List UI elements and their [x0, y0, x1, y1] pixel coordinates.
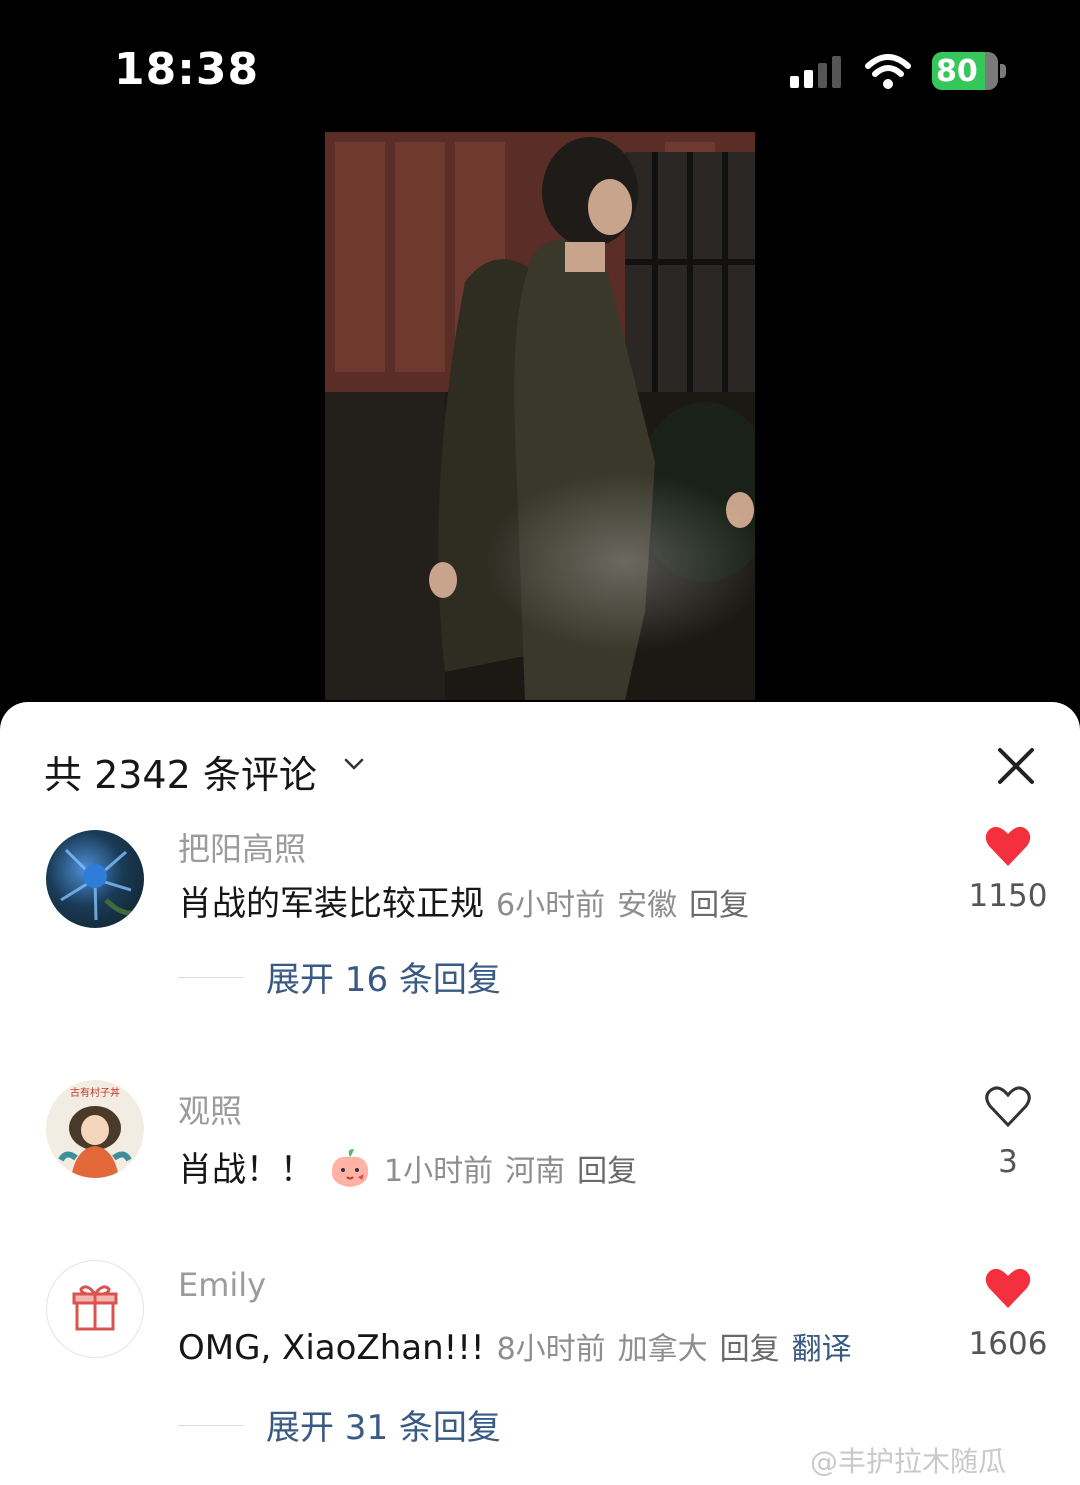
heart-filled-icon[interactable]	[984, 824, 1032, 868]
comment-time: 8小时前	[496, 1332, 606, 1367]
comment-panel: 共 2342 条评论 把阳高照 肖战的军装比较正规 6小时前 安徽 回复 1150 展…	[0, 702, 1080, 1485]
divider	[178, 1425, 244, 1426]
battery-percent: 80	[936, 54, 978, 89]
comment-body: 肖战！！	[178, 1150, 314, 1190]
gift-icon	[72, 1285, 118, 1331]
username[interactable]: Emily	[178, 1266, 266, 1304]
username[interactable]: 把阳高照	[178, 824, 306, 870]
avatar[interactable]: 古有村子丼	[46, 1080, 144, 1178]
comment-text: 肖战的军装比较正规 6小时前 安徽 回复	[178, 876, 749, 925]
heart-outline-icon[interactable]	[984, 1084, 1032, 1128]
close-icon[interactable]	[996, 746, 1036, 786]
comment-text: OMG, XiaoZhan!!! 8小时前 加拿大 回复 翻译	[178, 1324, 852, 1368]
translate-button[interactable]: 翻译	[792, 1332, 852, 1367]
expand-replies-text[interactable]: 展开 16 条回复	[266, 952, 501, 1001]
battery-icon: 80	[932, 52, 1006, 92]
video-image	[325, 132, 755, 700]
status-bar: 18:38 80	[0, 0, 1080, 130]
comment-location: 河南	[505, 1154, 566, 1189]
expand-replies-text[interactable]: 展开 31 条回复	[266, 1400, 501, 1449]
like-count: 1606	[968, 1326, 1048, 1362]
comment-time: 1小时前	[384, 1154, 494, 1189]
peach-emoji-icon	[331, 1149, 369, 1187]
watermark: @丰护拉木随瓜	[810, 1445, 1007, 1478]
avatar[interactable]	[46, 830, 144, 928]
divider	[178, 977, 244, 978]
comment-location: 加拿大	[617, 1332, 708, 1367]
comment-location: 安徽	[617, 888, 678, 923]
flower-avatar-image	[60, 848, 144, 921]
wifi-icon	[865, 54, 911, 89]
avatar[interactable]	[46, 1260, 144, 1358]
girl-avatar-image: 古有村子丼	[58, 1086, 132, 1178]
comment-body: OMG, XiaoZhan!!!	[178, 1328, 485, 1368]
heart-filled-icon[interactable]	[984, 1266, 1032, 1310]
reply-button[interactable]: 回复	[689, 888, 749, 923]
status-time: 18:38	[114, 44, 260, 95]
reply-button[interactable]: 回复	[577, 1154, 637, 1189]
signal-icon	[790, 56, 841, 88]
avatar-caption: 古有村子丼	[70, 1086, 120, 1099]
like-count: 1150	[968, 878, 1048, 914]
comment-time: 6小时前	[496, 888, 606, 923]
like-count: 3	[998, 1144, 1018, 1180]
video-frame[interactable]	[325, 132, 755, 700]
chevron-down-icon[interactable]	[344, 757, 364, 771]
comment-text: 肖战！！ 1小时前 河南 回复	[178, 1142, 637, 1191]
username[interactable]: 观照	[178, 1086, 242, 1132]
comment-count-title[interactable]: 共 2342 条评论	[44, 744, 317, 799]
comment-body: 肖战的军装比较正规	[178, 884, 484, 924]
reply-button[interactable]: 回复	[720, 1332, 780, 1367]
